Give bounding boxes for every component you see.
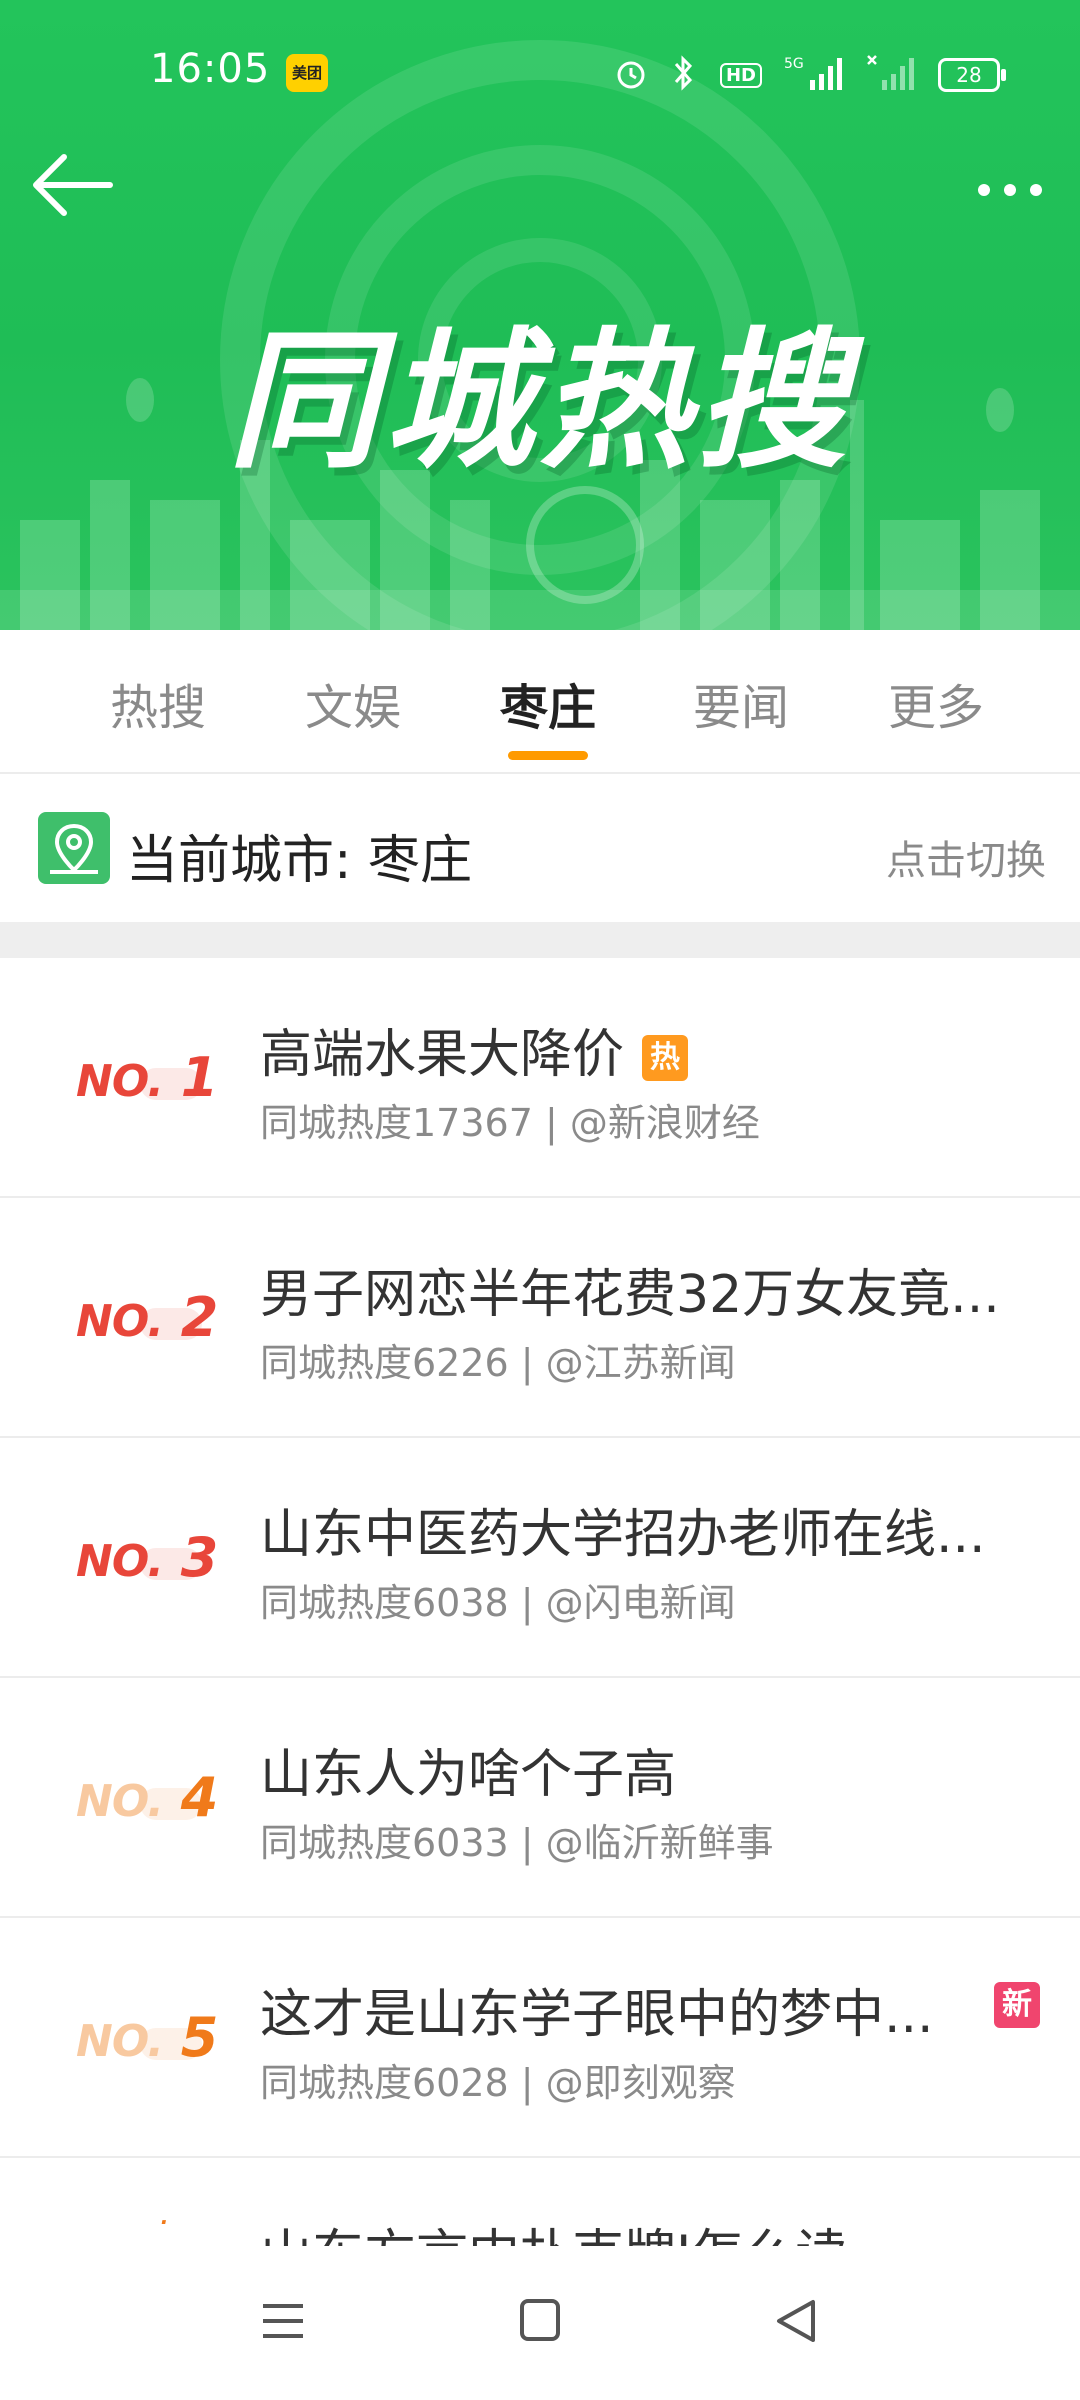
current-city-row: 当前城市: 枣庄 点击切换: [0, 774, 1080, 922]
list-item-partial[interactable]: · 山东方言中扑克牌J怎么读: [0, 2190, 1080, 2246]
hd-voice-icon: HD: [719, 62, 762, 88]
back-triangle-icon: [777, 2300, 815, 2342]
banner-title: 同城热搜: [227, 315, 852, 489]
status-time: 16:05: [150, 46, 271, 92]
tab-zaozhuang[interactable]: 枣庄: [500, 668, 596, 738]
hot-search-banner: 16:05 美团 HD 5G 28 同城热搜: [0, 0, 1080, 630]
arrow-left-icon: [33, 154, 113, 216]
item-title: 山东人为啥个子高: [260, 1745, 677, 1805]
system-navigation-bar: [0, 2246, 1080, 2400]
list-item[interactable]: NO. 3 山东中医药大学招办老师在线... 同城热度6038 | @闪电新闻: [0, 1438, 1080, 1678]
battery-icon: 28: [938, 58, 1006, 92]
rank-number: ·: [160, 2210, 168, 2234]
rank-number: NO. 1: [76, 1046, 218, 1109]
tab-hot-search[interactable]: 热搜: [110, 668, 206, 738]
item-meta: 同城热度6038 | @闪电新闻: [260, 1581, 736, 1625]
item-meta: 同城热度6028 | @即刻观察: [260, 2061, 736, 2105]
rank-number: NO. 4: [76, 1766, 218, 1829]
menu-nav-button[interactable]: [243, 2286, 323, 2356]
menu-icon: [263, 2304, 303, 2338]
list-item[interactable]: NO. 4 山东人为啥个子高 同城热度6033 | @临沂新鲜事: [0, 1678, 1080, 1918]
meituan-notification-icon: 美团: [286, 54, 328, 92]
tab-news[interactable]: 要闻: [693, 668, 789, 738]
rank-number: NO. 2: [76, 1286, 218, 1349]
signal-weak-icon: [866, 54, 916, 96]
location-pin-icon: [38, 812, 110, 884]
svg-text:5G: 5G: [784, 56, 804, 72]
item-meta: 同城热度6033 | @临沂新鲜事: [260, 1821, 774, 1865]
list-item[interactable]: NO. 5 这才是山东学子眼中的梦中... 新 同城热度6028 | @即刻观察: [0, 1918, 1080, 2158]
item-title: 山东方言中扑克牌J怎么读: [260, 2212, 847, 2246]
alarm-icon: [614, 56, 648, 94]
hot-badge: 热: [642, 1035, 689, 1081]
new-badge: 新: [994, 1982, 1040, 2028]
switch-city-button[interactable]: 点击切换: [886, 828, 1046, 886]
status-icons: HD 5G 28: [614, 50, 1006, 100]
back-nav-button[interactable]: [757, 2286, 837, 2356]
active-tab-indicator: [508, 751, 588, 760]
item-title: 高端水果大降价热: [260, 1012, 689, 1087]
back-button[interactable]: [30, 145, 120, 225]
section-divider: [0, 922, 1080, 958]
item-title: 这才是山东学子眼中的梦中...: [260, 1985, 934, 2045]
list-item[interactable]: NO. 1 高端水果大降价热 同城热度17367 | @新浪财经: [0, 958, 1080, 1198]
hot-search-list: NO. 1 高端水果大降价热 同城热度17367 | @新浪财经 NO. 2 男…: [0, 958, 1080, 2158]
home-nav-button[interactable]: [500, 2286, 580, 2356]
tab-more[interactable]: 更多: [888, 668, 984, 738]
item-title: 山东中医药大学招办老师在线...: [260, 1505, 986, 1565]
status-bar: 16:05 美团 HD 5G 28: [0, 0, 1080, 150]
more-dots-icon: [978, 184, 1042, 196]
tab-entertainment[interactable]: 文娱: [305, 668, 401, 738]
item-meta: 同城热度6226 | @江苏新闻: [260, 1341, 736, 1385]
tab-partial-left[interactable]: [0, 668, 2, 730]
rank-number: NO. 3: [76, 1526, 218, 1589]
rank-number: NO. 5: [76, 2006, 218, 2069]
category-tabs: 热搜 文娱 枣庄 要闻 更多: [0, 630, 1080, 774]
more-options-button[interactable]: [970, 160, 1050, 220]
bluetooth-icon: [670, 54, 698, 96]
item-meta: 同城热度17367 | @新浪财经: [260, 1101, 760, 1145]
item-title: 男子网恋半年花费32万女友竟...: [260, 1265, 1000, 1325]
list-item[interactable]: NO. 2 男子网恋半年花费32万女友竟... 同城热度6226 | @江苏新闻: [0, 1198, 1080, 1438]
current-city-label: 当前城市: 枣庄: [126, 831, 473, 891]
home-square-icon: [520, 2299, 560, 2341]
signal-5g-icon: 5G: [784, 54, 844, 96]
